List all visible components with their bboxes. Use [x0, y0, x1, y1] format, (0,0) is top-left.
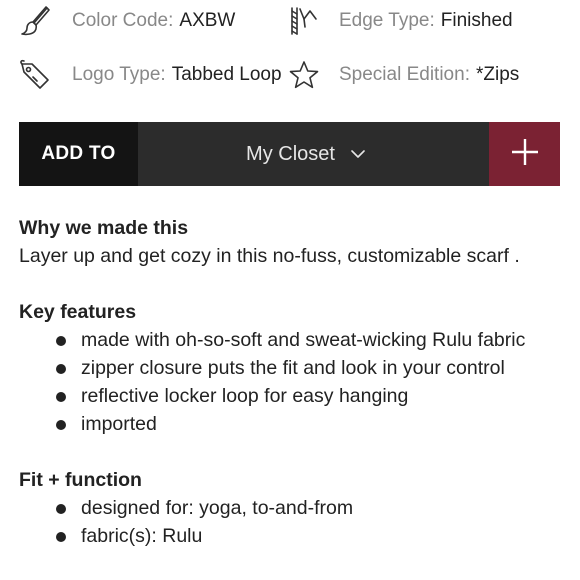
closet-dropdown[interactable]: My Closet: [138, 122, 489, 186]
key-features-list: made with oh-so-soft and sweat-wicking R…: [19, 326, 564, 438]
key-features-section: Key features made with oh-so-soft and sw…: [19, 298, 564, 438]
logo-type-label: Logo Type:: [72, 64, 166, 85]
add-to-closet-button[interactable]: [489, 122, 560, 186]
paintbrush-icon: [18, 4, 52, 38]
sewing-edge-icon: [287, 4, 321, 38]
attribute-edge-type: Edge Type: Finished: [287, 4, 513, 38]
edge-type-label: Edge Type:: [339, 10, 435, 31]
edge-type-value: Finished: [440, 10, 513, 31]
list-item: imported: [19, 410, 564, 438]
list-item-text: zipper closure puts the fit and look in …: [81, 357, 505, 379]
fit-function-section: Fit + function designed for: yoga, to-an…: [19, 466, 564, 550]
list-item: made with oh-so-soft and sweat-wicking R…: [19, 326, 564, 354]
fit-function-list: designed for: yoga, to-and-from fabric(s…: [19, 494, 564, 550]
bullet-icon: [56, 336, 66, 346]
special-edition-value: *Zips: [475, 64, 520, 85]
chevron-down-icon: [351, 149, 365, 159]
plus-icon: [511, 138, 538, 170]
bullet-icon: [56, 420, 66, 430]
list-item-text: imported: [81, 413, 157, 435]
add-to-label: ADD TO: [19, 122, 138, 186]
list-item-text: made with oh-so-soft and sweat-wicking R…: [81, 329, 526, 351]
bullet-icon: [56, 392, 66, 402]
bullet-icon: [56, 532, 66, 542]
closet-dropdown-value: My Closet: [246, 142, 335, 165]
tag-icon: [18, 58, 52, 92]
attribute-color-code: Color Code: AXBW: [18, 4, 235, 38]
list-item-text: fabric(s): Rulu: [81, 525, 203, 547]
color-code-label: Color Code:: [72, 10, 174, 31]
list-item-text: designed for: yoga, to-and-from: [81, 497, 354, 519]
list-item: designed for: yoga, to-and-from: [19, 494, 564, 522]
list-item: fabric(s): Rulu: [19, 522, 564, 550]
add-to-list-bar: ADD TO My Closet: [19, 122, 560, 186]
bullet-icon: [56, 504, 66, 514]
why-body: Layer up and get cozy in this no-fuss, c…: [19, 245, 520, 267]
attribute-special-edition: Special Edition: *Zips: [287, 58, 519, 92]
fit-function-heading: Fit + function: [19, 469, 142, 491]
why-heading: Why we made this: [19, 217, 189, 239]
list-item-text: reflective locker loop for easy hanging: [81, 385, 409, 407]
special-edition-label: Special Edition:: [339, 64, 470, 85]
attribute-logo-type: Logo Type: Tabbed Loop: [18, 58, 282, 92]
bullet-icon: [56, 364, 66, 374]
key-features-heading: Key features: [19, 301, 137, 323]
list-item: zipper closure puts the fit and look in …: [19, 354, 564, 382]
product-details: Why we made this Layer up and get cozy i…: [19, 214, 564, 578]
logo-type-value: Tabbed Loop: [171, 64, 282, 85]
why-section: Why we made this Layer up and get cozy i…: [19, 214, 564, 270]
list-item: reflective locker loop for easy hanging: [19, 382, 564, 410]
color-code-value: AXBW: [179, 10, 236, 31]
star-icon: [287, 58, 321, 92]
